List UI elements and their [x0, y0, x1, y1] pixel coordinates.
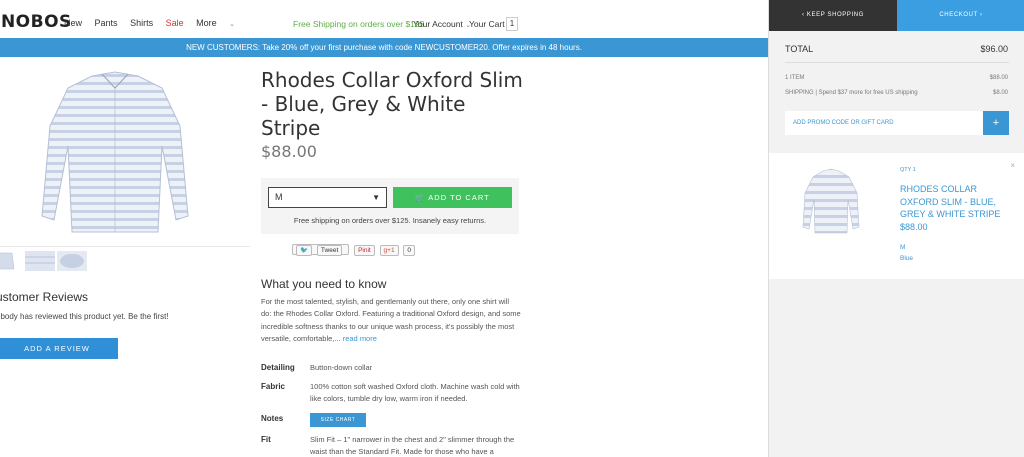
buy-note: Free shipping on orders over $125. Insan…	[293, 216, 487, 225]
thumbnail-1[interactable]	[0, 251, 18, 271]
cart-item: QTY 1 × RHODES COLLAR OXFORD SLIM - BLUE…	[769, 153, 1024, 279]
product-price: $88.00	[261, 142, 317, 161]
divider	[785, 62, 1009, 63]
chevron-right-icon: ›	[980, 12, 983, 18]
product-title: Rhodes Collar Oxford Slim - Blue, Grey &…	[261, 68, 523, 140]
keep-shopping-label: KEEP SHOPPING	[806, 12, 864, 18]
thumbnail-2[interactable]	[25, 251, 55, 271]
details-heading: What you need to know	[261, 277, 387, 291]
total-value: $96.00	[980, 44, 1008, 54]
size-select[interactable]: M ▼	[268, 187, 387, 208]
product-image[interactable]	[30, 66, 200, 238]
nav-more-label: More	[196, 18, 217, 28]
social-share: 🐦 Tweet Pinit g+1 0	[292, 244, 418, 256]
caret-down-icon: ▼	[372, 193, 380, 202]
apply-promo-button[interactable]: +	[983, 111, 1009, 135]
cart-item-size: M	[900, 244, 906, 251]
spec-value-detailing: Button-down collar	[310, 363, 373, 372]
spec-value-fit: Slim Fit – 1" narrower in the chest and …	[310, 435, 515, 457]
cart-item-color: Blue	[900, 255, 914, 262]
checkout-button[interactable]: CHECKOUT ›	[897, 0, 1024, 31]
details-description: For the most talented, stylish, and gent…	[261, 296, 521, 346]
tweet-label: Tweet	[316, 245, 343, 256]
keep-shopping-button[interactable]: ‹ KEEP SHOPPING	[769, 0, 897, 31]
nav-shirts[interactable]: Shirts	[130, 18, 153, 28]
twitter-icon: 🐦	[296, 245, 313, 256]
nav-sale[interactable]: Sale	[166, 18, 184, 28]
checkout-label: CHECKOUT	[939, 12, 978, 18]
nav-new[interactable]: New	[64, 18, 82, 28]
chevron-down-icon: ⌄	[229, 21, 236, 28]
cart-item-name: RHODES COLLAR OXFORD SLIM - BLUE, GREY &…	[900, 184, 1001, 219]
your-cart-link[interactable]: Your Cart	[469, 19, 505, 29]
spec-value-fabric: 100% cotton soft washed Oxford cloth. Ma…	[310, 382, 520, 404]
size-chart-button[interactable]: SIZE CHART	[310, 413, 366, 427]
total-label: TOTAL	[785, 44, 814, 54]
tweet-button[interactable]: 🐦 Tweet	[292, 244, 350, 256]
nav-pants[interactable]: Pants	[95, 18, 118, 28]
main-nav: New Pants Shirts Sale More ⌄	[64, 18, 255, 28]
pinterest-button[interactable]: Pinit	[354, 245, 375, 256]
product-page: ONOBOS New Pants Shirts Sale More ⌄ Free…	[0, 0, 1024, 457]
cart-icon: 🛒	[415, 193, 426, 202]
spec-label-notes: Notes	[261, 414, 284, 423]
nav-more[interactable]: More ⌄	[196, 18, 245, 28]
thumbnail-3[interactable]	[57, 251, 87, 271]
account-label: Your Account	[413, 19, 463, 29]
reviews-empty-text: obody has reviewed this product yet. Be …	[0, 312, 169, 321]
promo-code-input[interactable]: ADD PROMO CODE OR GIFT CARD	[785, 111, 983, 135]
cart-item-quantity[interactable]: QTY 1	[900, 167, 916, 173]
spec-label-fabric: Fabric	[261, 382, 286, 391]
divider	[0, 246, 250, 247]
cart-item-price: $88.00	[900, 222, 928, 232]
promo-banner: NEW CUSTOMERS: Take 20% off your first p…	[0, 38, 768, 57]
size-select-value: M	[275, 192, 283, 202]
reviews-heading: ustomer Reviews	[0, 290, 89, 304]
items-value: $88.00	[989, 75, 1008, 81]
add-to-cart-button[interactable]: 🛒 ADD TO CART	[393, 187, 512, 208]
free-shipping-note[interactable]: Free Shipping on orders over $125	[293, 19, 424, 29]
site-logo[interactable]: ONOBOS	[0, 12, 72, 32]
shipping-label: SHIPPING | Spend $37 more for free US sh…	[785, 90, 918, 96]
cart-count-badge[interactable]: 1	[506, 17, 518, 31]
items-label: 1 ITEM	[785, 75, 805, 81]
shipping-value: $8.00	[992, 90, 1008, 96]
details-text: For the most talented, stylish, and gent…	[261, 297, 521, 344]
google-plus-count: 0	[403, 245, 415, 256]
add-review-button[interactable]: ADD A REVIEW	[0, 338, 118, 359]
close-icon[interactable]: ×	[1010, 161, 1015, 170]
cart-item-image[interactable]	[801, 167, 861, 235]
buy-box: M ▼ 🛒 ADD TO CART Free shipping on order…	[261, 178, 519, 234]
add-to-cart-label: ADD TO CART	[428, 193, 490, 202]
spec-label-detailing: Detailing	[261, 363, 295, 372]
read-more-link[interactable]: read more	[343, 334, 377, 343]
your-account-link[interactable]: Your Account ⌄	[413, 19, 471, 29]
google-plus-button[interactable]: g+1	[379, 245, 399, 256]
spec-label-fit: Fit	[261, 435, 271, 444]
cart-sidebar: ‹ KEEP SHOPPING CHECKOUT › TOTAL $96.00 …	[768, 0, 1024, 457]
chevron-left-icon: ‹	[802, 12, 805, 18]
